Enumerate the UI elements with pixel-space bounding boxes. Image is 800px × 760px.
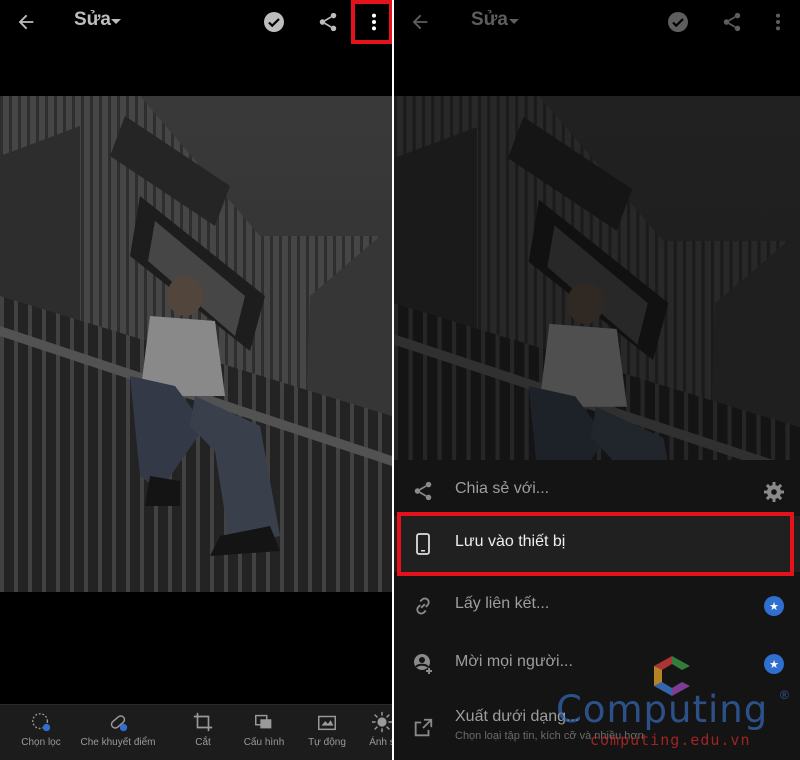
share-icon (410, 479, 436, 503)
star-badge-icon: ★ (764, 654, 784, 674)
export-icon (410, 716, 436, 740)
profiles-icon (255, 714, 272, 729)
tool-auto[interactable]: Tự động (300, 711, 354, 748)
edit-screen-right: Sửa Chia sẻ với... Lưu vào thiết bị Lấy … (394, 0, 800, 760)
back-arrow-icon[interactable] (404, 6, 436, 38)
check-circle-icon[interactable] (258, 6, 290, 38)
more-vert-highlight (351, 0, 392, 44)
healing-icon (110, 715, 128, 732)
link-icon (410, 594, 436, 618)
selective-icon (32, 713, 51, 732)
tool-label: Cấu hình (243, 737, 285, 748)
dropdown-caret-icon[interactable] (104, 6, 128, 38)
tool-selective[interactable]: Chọn lọc (14, 711, 68, 748)
watermark-brand: Computing (556, 688, 769, 731)
check-circle-icon[interactable] (662, 6, 694, 38)
tool-profiles[interactable]: Cấu hình (236, 711, 292, 748)
star-badge-icon: ★ (764, 596, 784, 616)
back-arrow-icon[interactable] (10, 6, 42, 38)
menu-label: Mời mọi người... (455, 653, 573, 670)
auto-icon (318, 715, 336, 731)
menu-invite-people[interactable]: Mời mọi người... ★ (394, 636, 800, 692)
tool-label: Tự động (308, 737, 346, 748)
light-icon (371, 711, 392, 733)
top-bar: Sửa (394, 0, 800, 44)
tool-light[interactable]: Ánh s (362, 711, 392, 748)
tool-healing[interactable]: Che khuyết điểm (72, 711, 164, 748)
edit-screen-left: Sửa Chọn lọc Che khuyết điểm Cắt Cấu hìn… (0, 0, 392, 760)
save-highlight (397, 512, 794, 576)
menu-share-with[interactable]: Chia sẻ với... (394, 463, 800, 519)
photo-preview (394, 96, 800, 460)
top-bar: Sửa (0, 0, 392, 44)
menu-label: Lấy liên kết... (455, 595, 550, 612)
gear-icon[interactable] (762, 480, 786, 509)
tool-label: Cắt (195, 737, 211, 748)
menu-get-link[interactable]: Lấy liên kết... ★ (394, 578, 800, 634)
crop-icon (193, 712, 213, 732)
tool-label: Chọn lọc (21, 737, 61, 748)
tool-crop[interactable]: Cắt (180, 711, 226, 748)
share-icon[interactable] (312, 6, 344, 38)
add-person-icon (410, 652, 436, 676)
registered-mark: ® (780, 688, 789, 702)
menu-label: Chia sẻ với... (455, 480, 550, 497)
dropdown-caret-icon[interactable] (502, 6, 526, 38)
more-vert-icon[interactable] (762, 6, 794, 38)
watermark-url: computing.edu.vn (590, 731, 751, 749)
tool-label: Che khuyết điểm (80, 737, 156, 748)
share-icon[interactable] (716, 6, 748, 38)
tool-label: Ánh s (369, 737, 392, 748)
edit-toolbar: Chọn lọc Che khuyết điểm Cắt Cấu hình Tự… (0, 704, 392, 760)
photo-preview (0, 96, 392, 592)
